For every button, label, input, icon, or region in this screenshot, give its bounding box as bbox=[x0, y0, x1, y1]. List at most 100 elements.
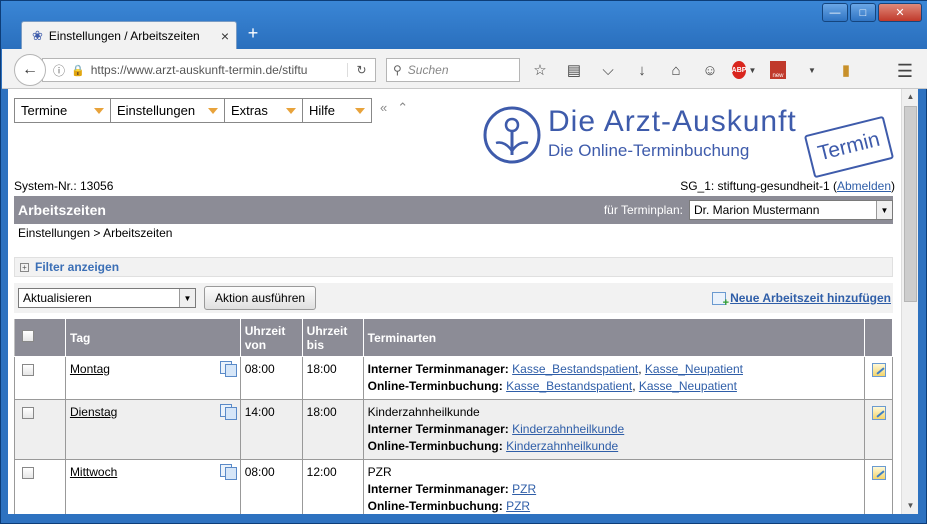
type-link[interactable]: Kasse_Bestandspatient bbox=[512, 362, 638, 376]
day-cell: Montag bbox=[64, 356, 241, 400]
type-link[interactable]: Kasse_Bestandspatient bbox=[506, 379, 632, 393]
menu-einstellungen[interactable]: Einstellungen bbox=[111, 99, 225, 122]
terminplan-select[interactable]: Dr. Marion Mustermann ▼ bbox=[689, 200, 893, 220]
reload-icon[interactable]: ↻ bbox=[347, 63, 375, 77]
select-all-header bbox=[14, 318, 66, 357]
menu-label: Extras bbox=[231, 103, 268, 118]
back-button[interactable]: ← bbox=[14, 54, 46, 86]
menu-label: Einstellungen bbox=[117, 103, 196, 118]
type-link[interactable]: PZR bbox=[506, 499, 530, 513]
row-select-cell bbox=[14, 399, 66, 460]
type-link[interactable]: Kinderzahnheilkunde bbox=[506, 439, 618, 453]
row-checkbox[interactable] bbox=[22, 364, 34, 376]
type-link[interactable]: Kasse_Neupatient bbox=[645, 362, 743, 376]
type-link[interactable]: Kinderzahnheilkunde bbox=[512, 422, 624, 436]
table-row: Mittwoch 08:00 12:00 PZR Interner Termin… bbox=[14, 459, 894, 514]
close-tab-icon[interactable]: × bbox=[214, 28, 236, 44]
browser-tab[interactable]: ❀ Einstellungen / Arbeitszeiten × bbox=[21, 21, 237, 49]
copy-icon[interactable] bbox=[219, 464, 237, 480]
action-bar: Aktualisieren ▼ Aktion ausführen Neue Ar… bbox=[14, 283, 893, 313]
table-header-row: Tag Uhrzeit von Uhrzeit bis Terminarten bbox=[14, 318, 894, 357]
execute-action-button[interactable]: Aktion ausführen bbox=[204, 286, 317, 310]
download-icon[interactable]: ↓ bbox=[630, 59, 654, 81]
toolbar-icons: ☆ ▤ ⌵ ↓ ⌂ ☺ ABP ▼ new ▼ ▮ bbox=[528, 59, 858, 81]
url-bar[interactable]: ⓘ 🔒 https://www.arzt-auskunft-termin.de/… bbox=[42, 58, 376, 82]
maximize-button[interactable]: □ bbox=[850, 3, 876, 22]
day-link[interactable]: Dienstag bbox=[70, 405, 117, 419]
filter-label: Filter anzeigen bbox=[35, 260, 120, 274]
collapse-up-icon[interactable]: ⌃ bbox=[397, 100, 408, 116]
online-line: Online-Terminbuchung: PZR bbox=[368, 498, 860, 514]
home-icon[interactable]: ⌂ bbox=[664, 59, 688, 81]
menu-label: Termine bbox=[21, 103, 68, 118]
online-label: Online-Terminbuchung: bbox=[367, 379, 503, 393]
dropdown-arrow-icon bbox=[286, 107, 296, 114]
scroll-up-icon[interactable]: ▲ bbox=[902, 89, 919, 105]
select-all-checkbox[interactable] bbox=[22, 330, 34, 342]
collapse-left-icon[interactable]: « bbox=[380, 100, 387, 116]
row-checkbox[interactable] bbox=[22, 467, 34, 479]
menu-hilfe[interactable]: Hilfe bbox=[303, 99, 371, 122]
copy-icon[interactable] bbox=[219, 361, 237, 377]
working-times-table: Tag Uhrzeit von Uhrzeit bis Terminarten … bbox=[14, 318, 894, 514]
chevron-down-icon: ▼ bbox=[179, 289, 195, 307]
minimize-button[interactable]: — bbox=[822, 3, 848, 22]
day-link[interactable]: Mittwoch bbox=[70, 465, 117, 479]
filter-toggle[interactable]: + Filter anzeigen bbox=[14, 257, 893, 277]
edit-icon[interactable] bbox=[871, 466, 886, 480]
add-working-time-link[interactable]: Neue Arbeitszeit hinzufügen bbox=[712, 291, 891, 309]
column-header-bis: Uhrzeit bis bbox=[301, 318, 364, 357]
online-line: Online-Terminbuchung: Kasse_Bestandspati… bbox=[367, 379, 737, 393]
close-window-button[interactable]: ✕ bbox=[878, 3, 922, 22]
system-number: System-Nr.: 13056 bbox=[14, 179, 114, 193]
logo-emblem-icon bbox=[483, 106, 541, 164]
edit-icon[interactable] bbox=[871, 363, 886, 377]
user-close-paren: ) bbox=[891, 179, 895, 193]
new-badge-icon[interactable]: new bbox=[766, 59, 790, 81]
navigation-bar: ⓘ 🔒 https://www.arzt-auskunft-termin.de/… bbox=[2, 49, 927, 89]
tab-title: Einstellungen / Arbeitszeiten bbox=[48, 28, 200, 43]
scroll-down-icon[interactable]: ▼ bbox=[902, 498, 919, 514]
reading-list-icon[interactable]: ▤ bbox=[562, 59, 586, 81]
breadcrumb: Einstellungen > Arbeitszeiten bbox=[18, 226, 173, 240]
day-cell: Mittwoch bbox=[64, 459, 241, 514]
info-icon[interactable]: ⓘ bbox=[53, 62, 65, 79]
page-content: Termine Einstellungen Extras Hilfe « ⌃ D… bbox=[8, 89, 901, 514]
row-select-cell bbox=[14, 459, 66, 514]
edit-icon[interactable] bbox=[871, 406, 886, 420]
page-title: Arbeitszeiten bbox=[18, 202, 106, 218]
type-link[interactable]: Kasse_Neupatient bbox=[639, 379, 737, 393]
plain-type: PZR bbox=[367, 465, 392, 479]
scroll-thumb[interactable] bbox=[904, 106, 917, 302]
collapse-controls: « ⌃ bbox=[380, 100, 408, 116]
type-link[interactable]: PZR bbox=[512, 482, 536, 496]
terminplan-label: für Terminplan: bbox=[603, 203, 683, 217]
appointment-types-cell: PZR Interner Terminmanager: PZR Online-T… bbox=[362, 459, 865, 514]
internal-line: Interner Terminmanager: PZR bbox=[368, 481, 860, 498]
pocket-icon[interactable]: ⌵ bbox=[596, 59, 620, 81]
logout-link[interactable]: Abmelden bbox=[837, 179, 891, 193]
to-time: 12:00 bbox=[301, 459, 364, 514]
menu-extras[interactable]: Extras bbox=[225, 99, 303, 122]
dropdown-chevron-icon[interactable]: ▼ bbox=[800, 59, 824, 81]
search-placeholder: Suchen bbox=[407, 63, 449, 77]
url-text[interactable]: https://www.arzt-auskunft-termin.de/stif… bbox=[91, 63, 341, 77]
adblock-icon[interactable]: ABP ▼ bbox=[731, 59, 756, 81]
title-bar: — □ ✕ ❀ Einstellungen / Arbeitszeiten × … bbox=[1, 1, 927, 49]
section-header: Arbeitszeiten für Terminplan: Dr. Marion… bbox=[14, 196, 893, 224]
copy-icon[interactable] bbox=[219, 404, 237, 420]
search-input[interactable]: ⚲ Suchen bbox=[386, 58, 520, 82]
action-select[interactable]: Aktualisieren ▼ bbox=[18, 288, 196, 308]
vertical-scrollbar[interactable]: ▲ ▼ bbox=[901, 89, 918, 514]
day-link[interactable]: Montag bbox=[70, 362, 110, 376]
menu-termine[interactable]: Termine bbox=[15, 99, 111, 122]
hamburger-menu-icon[interactable]: ☰ bbox=[897, 61, 913, 82]
row-checkbox[interactable] bbox=[22, 407, 34, 419]
online-label: Online-Terminbuchung: bbox=[367, 499, 503, 513]
new-tab-button[interactable]: + bbox=[243, 23, 263, 44]
extension-icon[interactable]: ▮ bbox=[834, 59, 858, 81]
dropdown-arrow-icon bbox=[355, 107, 365, 114]
smiley-icon[interactable]: ☺ bbox=[698, 59, 722, 81]
bookmark-star-icon[interactable]: ☆ bbox=[528, 59, 552, 81]
new-icon-glyph: new bbox=[770, 61, 786, 79]
